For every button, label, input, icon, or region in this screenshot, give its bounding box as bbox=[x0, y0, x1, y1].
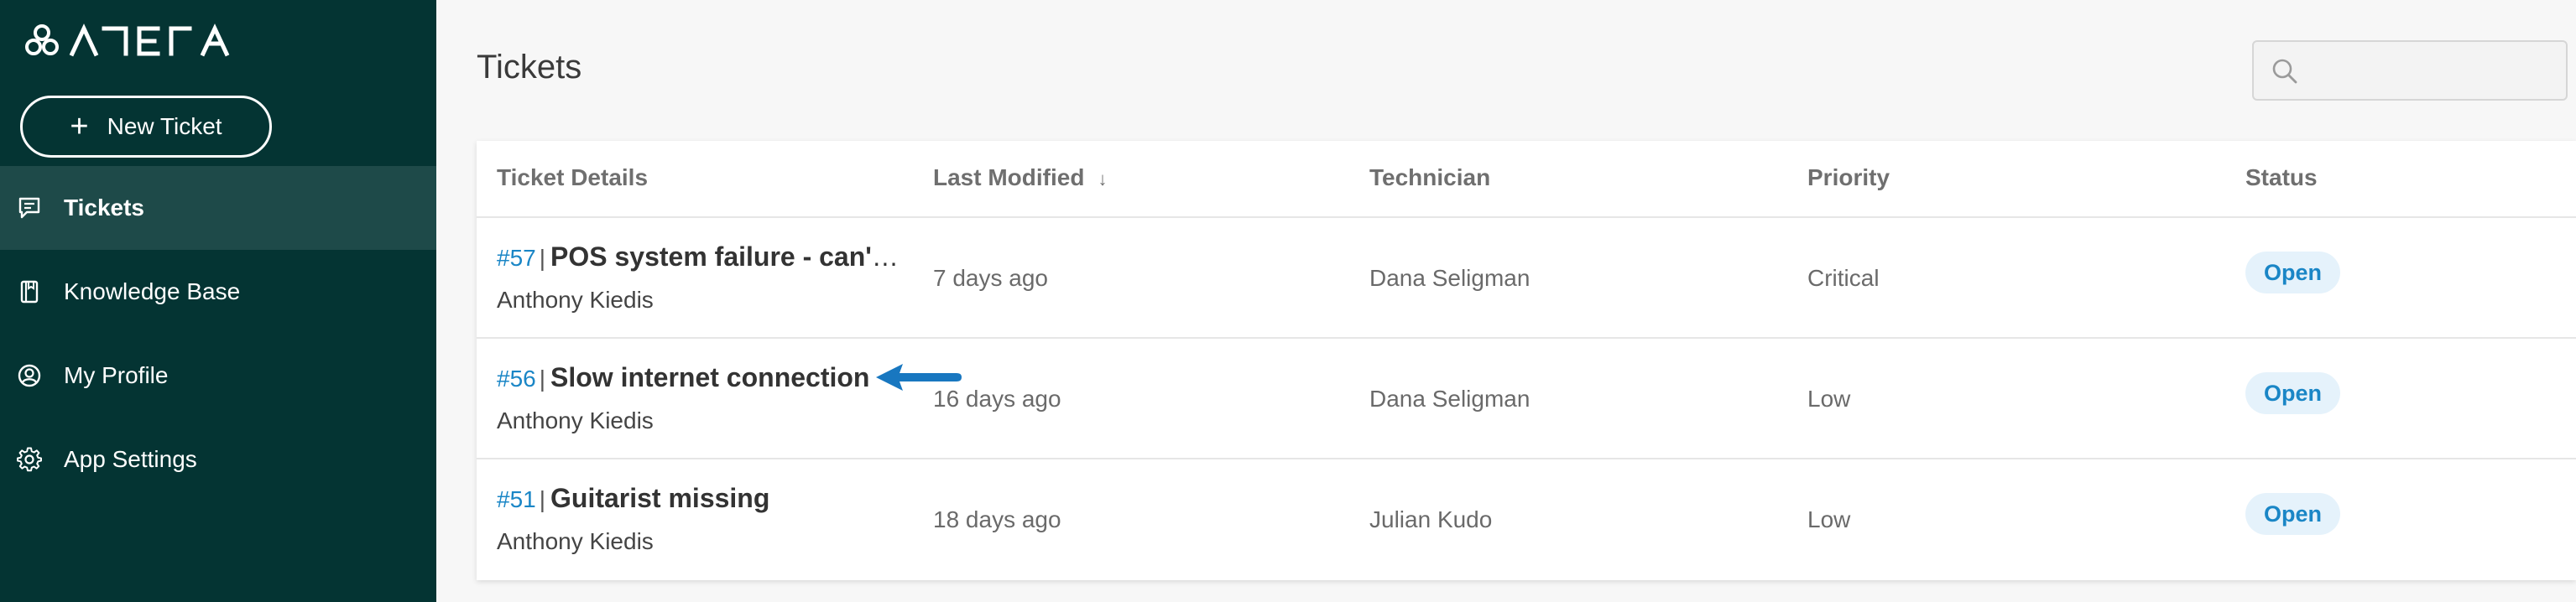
ticket-id-link[interactable]: #57 bbox=[497, 245, 536, 271]
table-row[interactable]: #57 | POS system failure - can't … Anthony… bbox=[477, 218, 2576, 339]
priority: Critical bbox=[1807, 265, 1880, 291]
column-priority[interactable]: Priority bbox=[1807, 164, 1890, 191]
page-title: Tickets bbox=[477, 49, 582, 86]
ticket-author: Anthony Kiedis bbox=[497, 407, 654, 433]
last-modified: 18 days ago bbox=[933, 506, 1061, 532]
search-icon bbox=[2271, 57, 2299, 90]
technician: Julian Kudo bbox=[1369, 506, 1493, 532]
sidebar-item-label: Knowledge Base bbox=[64, 278, 241, 304]
last-modified: 7 days ago bbox=[933, 265, 1048, 291]
ticket-separator: | bbox=[539, 486, 545, 512]
tickets-table: Ticket Details Last Modified ↓ Technician… bbox=[477, 141, 2576, 580]
sidebar-item-app-settings[interactable]: App Settings bbox=[0, 418, 436, 501]
column-status[interactable]: Status bbox=[2245, 164, 2318, 191]
annotation-arrow-icon bbox=[873, 359, 965, 400]
status-badge: Open bbox=[2245, 372, 2341, 414]
new-ticket-button[interactable]: + New Ticket bbox=[20, 96, 272, 158]
table-row[interactable]: #56 | Slow internet connection Anthony Kie… bbox=[477, 339, 2576, 459]
sidebar-item-label: My Profile bbox=[64, 362, 169, 388]
gear-icon bbox=[15, 445, 44, 474]
ticket-separator: | bbox=[539, 245, 545, 271]
sidebar-item-my-profile[interactable]: My Profile bbox=[0, 334, 436, 418]
sidebar-item-knowledge-base[interactable]: Knowledge Base bbox=[0, 250, 436, 334]
technician: Dana Seligman bbox=[1369, 265, 1530, 291]
atera-logo-icon bbox=[25, 23, 230, 57]
column-ticket-details[interactable]: Ticket Details bbox=[497, 164, 648, 191]
ticket-title-link[interactable]: POS system failure - can't … bbox=[550, 241, 900, 272]
ticket-id-link[interactable]: #56 bbox=[497, 366, 536, 392]
search-input[interactable] bbox=[2252, 40, 2568, 101]
plus-icon: + bbox=[70, 109, 89, 144]
sidebar-item-tickets[interactable]: Tickets bbox=[0, 166, 436, 250]
ticket-id-link[interactable]: #51 bbox=[497, 486, 536, 512]
status-badge: Open bbox=[2245, 252, 2341, 293]
ticket-separator: | bbox=[539, 366, 545, 392]
sidebar-item-label: App Settings bbox=[64, 446, 197, 472]
status-badge: Open bbox=[2245, 493, 2341, 535]
sidebar: + New Ticket Tickets Knowledge Base My P… bbox=[0, 0, 436, 602]
new-ticket-label: New Ticket bbox=[107, 113, 222, 139]
atera-logo[interactable] bbox=[23, 22, 242, 59]
column-label: Last Modified bbox=[933, 164, 1085, 190]
ticket-author: Anthony Kiedis bbox=[497, 528, 654, 554]
technician: Dana Seligman bbox=[1369, 386, 1530, 412]
table-row[interactable]: #51 | Guitarist missing Anthony Kiedis 18 … bbox=[477, 459, 2576, 580]
book-icon bbox=[15, 278, 44, 306]
column-last-modified[interactable]: Last Modified ↓ bbox=[933, 164, 1107, 191]
ticket-author: Anthony Kiedis bbox=[497, 287, 654, 313]
ticket-icon bbox=[15, 194, 44, 222]
table-header: Ticket Details Last Modified ↓ Technician… bbox=[477, 141, 2576, 218]
sidebar-nav: Tickets Knowledge Base My Profile App Se… bbox=[0, 166, 436, 501]
profile-icon bbox=[15, 361, 44, 390]
ticket-line: #57 | POS system failure - can't … bbox=[497, 241, 900, 272]
priority: Low bbox=[1807, 506, 1851, 532]
sidebar-item-label: Tickets bbox=[64, 195, 144, 221]
ticket-title-link[interactable]: Slow internet connection bbox=[550, 362, 869, 392]
sort-arrow-icon: ↓ bbox=[1098, 169, 1108, 189]
ticket-line: #51 | Guitarist missing bbox=[497, 483, 900, 514]
ticket-title-link[interactable]: Guitarist missing bbox=[550, 483, 769, 513]
priority: Low bbox=[1807, 386, 1851, 412]
column-technician[interactable]: Technician bbox=[1369, 164, 1490, 191]
ticket-line: #56 | Slow internet connection bbox=[497, 362, 900, 393]
